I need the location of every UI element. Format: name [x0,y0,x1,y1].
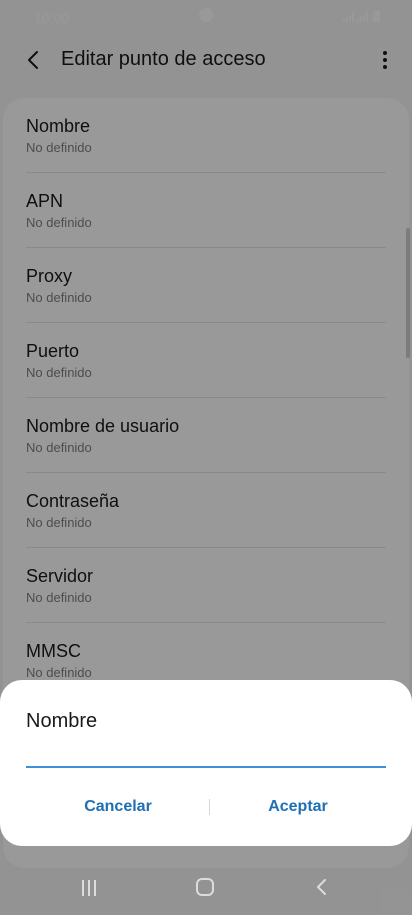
name-dialog: Nombre Cancelar Aceptar [0,680,412,846]
home-icon[interactable] [196,878,214,896]
name-input[interactable] [26,742,386,768]
dialog-actions: Cancelar Aceptar [0,792,412,822]
back-icon[interactable] [312,877,332,897]
accept-button[interactable]: Aceptar [208,792,388,822]
cancel-button[interactable]: Cancelar [28,792,208,822]
navigation-bar [0,863,412,915]
screen: 10:00 Editar punto de acceso Nombre No d… [0,0,412,915]
recents-icon[interactable] [82,880,96,896]
dialog-title: Nombre [26,710,98,732]
